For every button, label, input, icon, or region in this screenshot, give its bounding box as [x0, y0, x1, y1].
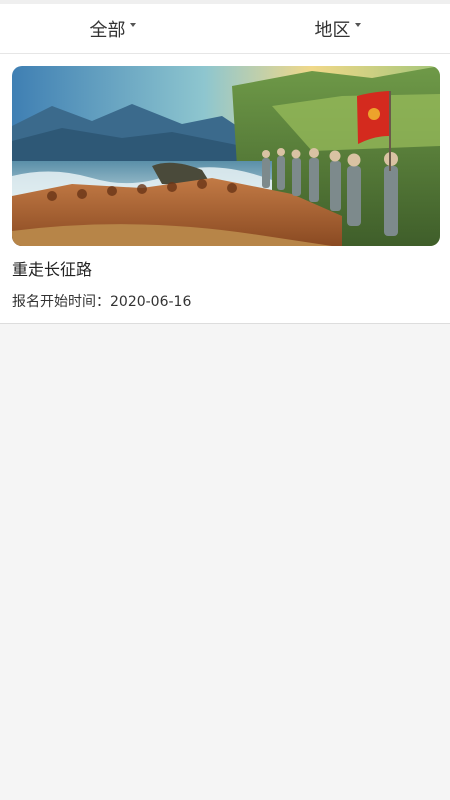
activity-date-value: 2020-06-16 — [110, 294, 192, 310]
caret-down-icon — [354, 22, 361, 27]
activity-title: 重走长征路 — [12, 260, 93, 279]
activity-date-label: 报名开始时间： — [12, 294, 110, 310]
region-filter-label: 地区 — [314, 19, 351, 41]
activity-date: 报名开始时间： 2020-06-16 — [12, 293, 440, 311]
activity-banner-image — [12, 66, 440, 246]
activity-list: 重走长征路 报名开始时间： 2020-06-16 — [0, 54, 450, 324]
activity-card[interactable]: 重走长征路 报名开始时间： 2020-06-16 — [0, 54, 450, 324]
filter-bar: 全部 地区 — [0, 4, 450, 54]
category-filter-label: 全部 — [89, 19, 126, 41]
category-filter-dropdown[interactable]: 全部 — [0, 16, 225, 42]
caret-down-icon — [129, 22, 136, 27]
region-filter-dropdown[interactable]: 地区 — [225, 16, 450, 42]
